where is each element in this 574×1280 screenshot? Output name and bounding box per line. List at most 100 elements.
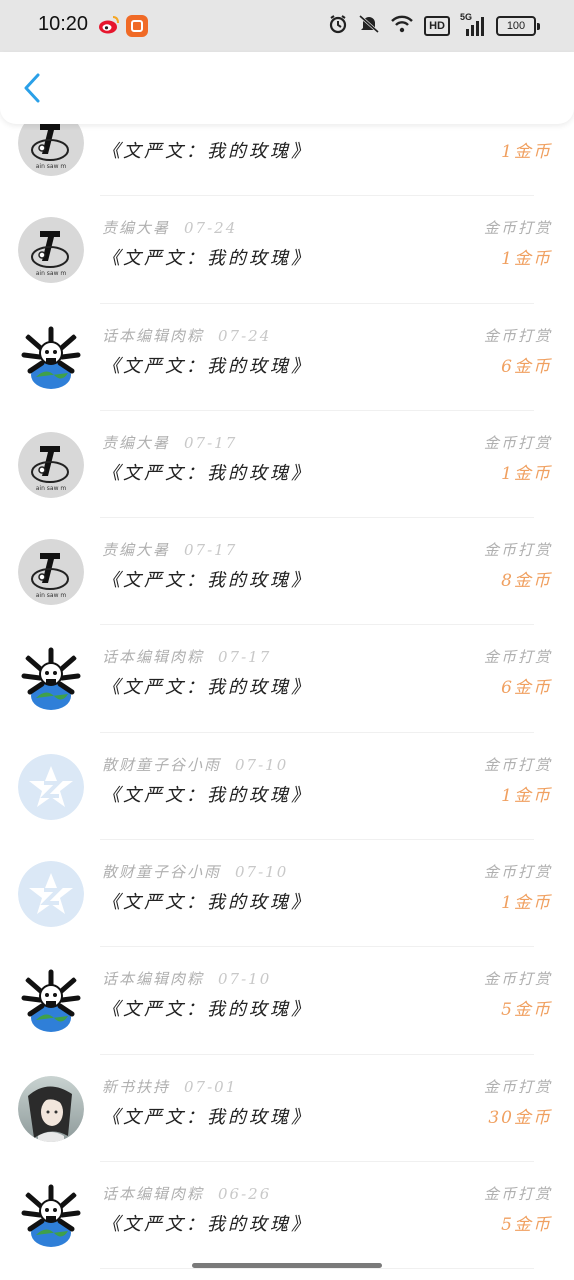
reward-amount: 8金币 [501,571,552,592]
reward-meta: 话本编辑肉粽 07-24 [102,325,271,346]
reward-meta: 责编大暑 07-17 [102,432,237,453]
weibo-icon [98,15,120,35]
reward-row[interactable]: 话本编辑肉粽 07-10 《文严文：我的玫瑰》 金币打赏 5金币 [0,947,574,1055]
reward-row[interactable]: ain saw m 责编大暑 07-24 《文严文：我的玫瑰》 金币打赏 1金币 [0,196,574,304]
reward-date: 07-17 [218,648,272,667]
reward-meta: 责编大暑 07-17 [102,539,237,560]
reward-row[interactable]: 话本编辑肉粽 06-26 《文严文：我的玫瑰》 金币打赏 5金币 [0,1162,574,1270]
row-divider [100,1268,534,1270]
reward-row[interactable]: 散财童子谷小雨 07-10 《文严文：我的玫瑰》 金币打赏 1金币 [0,733,574,841]
avatar[interactable] [18,968,84,1035]
sender-name: 话本编辑肉粽 [102,1184,205,1203]
reward-date: 07-17 [184,433,238,452]
reward-amount: 1金币 [501,785,552,806]
reward-meta: 散财童子谷小雨 07-10 [102,754,288,775]
reward-list: ain saw m 《文严文：我的玫瑰》 1金币 ain saw m 责编大暑 07-24… [0,89,574,1270]
home-indicator[interactable] [192,1263,382,1268]
reward-type: 金币打赏 [483,863,552,882]
reward-type: 金币打赏 [483,219,552,238]
reward-amount: 30金币 [488,1107,552,1128]
reward-row[interactable]: 话本编辑肉粽 07-24 《文严文：我的玫瑰》 金币打赏 6金币 [0,304,574,411]
hd-badge: HD [424,16,450,36]
reward-date: 07-24 [218,326,272,345]
back-button[interactable] [14,70,50,106]
reward-date: 07-17 [184,541,238,560]
avatar[interactable] [18,861,84,928]
book-title: 《文严文：我的玫瑰》 [102,892,312,914]
avatar[interactable]: ain saw m [18,539,84,606]
book-title: 《文严文：我的玫瑰》 [102,1213,312,1235]
reward-type: 金币打赏 [483,326,552,345]
reward-amount: 1金币 [501,249,552,270]
avatar[interactable] [18,1075,84,1142]
reward-meta: 话本编辑肉粽 07-10 [102,968,271,989]
status-icons: HD 5G 100 [328,12,540,38]
svg-text:ain saw m: ain saw m [36,485,67,492]
reward-amount: 5金币 [501,1214,552,1235]
reward-date: 07-01 [184,1077,238,1096]
sender-name: 散财童子谷小雨 [102,755,222,774]
reward-amount: 6金币 [501,678,552,699]
reward-row[interactable]: 新书扶持 07-01 《文严文：我的玫瑰》 金币打赏 30金币 [0,1055,574,1162]
reward-date: 07-10 [235,755,289,774]
reward-date: 07-24 [184,219,238,238]
book-title: 《文严文：我的玫瑰》 [102,248,312,270]
app-notification-icon [126,15,148,37]
reward-row[interactable]: ain saw m 责编大暑 07-17 《文严文：我的玫瑰》 金币打赏 8金币 [0,518,574,626]
status-bar: 10:20 HD 5G 100 [0,0,574,52]
reward-row[interactable]: 散财童子谷小雨 07-10 《文严文：我的玫瑰》 金币打赏 1金币 [0,840,574,948]
avatar[interactable]: ain saw m [18,217,84,284]
book-title: 《文严文：我的玫瑰》 [102,462,312,484]
book-title: 《文严文：我的玫瑰》 [102,1106,312,1128]
sender-name: 话本编辑肉粽 [102,326,205,345]
reward-meta: 散财童子谷小雨 07-10 [102,861,288,882]
book-title: 《文严文：我的玫瑰》 [102,570,312,592]
sender-name: 新书扶持 [102,1077,171,1096]
sender-name: 责编大暑 [102,541,171,560]
reward-amount: 1金币 [501,463,552,484]
reward-type: 金币打赏 [483,1077,552,1096]
reward-meta: 新书扶持 07-01 [102,1076,237,1097]
reward-type: 金币打赏 [483,970,552,989]
battery-icon: 100 [496,16,540,36]
reward-amount: 1金币 [501,893,552,914]
avatar[interactable] [18,753,84,820]
reward-meta: 话本编辑肉粽 07-17 [102,646,271,667]
wifi-icon [390,15,414,37]
sender-name: 话本编辑肉粽 [102,648,205,667]
book-title: 《文严文：我的玫瑰》 [102,784,312,806]
reward-amount: 5金币 [501,1000,552,1021]
chevron-left-icon [24,73,40,103]
reward-amount: 6金币 [501,356,552,377]
reward-date: 07-10 [235,863,289,882]
reward-type: 金币打赏 [483,648,552,667]
reward-date: 07-10 [218,970,272,989]
avatar[interactable] [18,324,84,391]
avatar[interactable]: ain saw m [18,431,84,498]
reward-row[interactable]: ain saw m 责编大暑 07-17 《文严文：我的玫瑰》 金币打赏 1金币 [0,411,574,519]
status-time: 10:20 [38,13,89,35]
sender-name: 责编大暑 [102,433,171,452]
book-title: 《文严文：我的玫瑰》 [102,141,312,162]
reward-type: 金币打赏 [483,433,552,452]
svg-text:ain saw m: ain saw m [36,592,67,599]
reward-type: 金币打赏 [483,755,552,774]
svg-text:ain saw m: ain saw m [36,270,67,277]
reward-row[interactable]: 话本编辑肉粽 07-17 《文严文：我的玫瑰》 金币打赏 6金币 [0,625,574,733]
sender-name: 话本编辑肉粽 [102,970,205,989]
avatar[interactable] [18,646,84,713]
signal-icon: 5G [460,12,486,36]
sender-name: 责编大暑 [102,219,171,238]
top-app-bar [0,52,574,124]
mute-icon [358,14,380,38]
reward-meta: 话本编辑肉粽 06-26 [102,1183,271,1204]
book-title: 《文严文：我的玫瑰》 [102,355,312,377]
sender-name: 散财童子谷小雨 [102,863,222,882]
reward-type: 金币打赏 [483,541,552,560]
avatar[interactable] [18,1182,84,1249]
reward-amount: 1金币 [501,142,552,162]
reward-meta: 责编大暑 07-24 [102,217,237,238]
reward-date: 06-26 [218,1184,272,1203]
reward-type: 金币打赏 [483,1184,552,1203]
battery-level: 100 [496,16,536,36]
